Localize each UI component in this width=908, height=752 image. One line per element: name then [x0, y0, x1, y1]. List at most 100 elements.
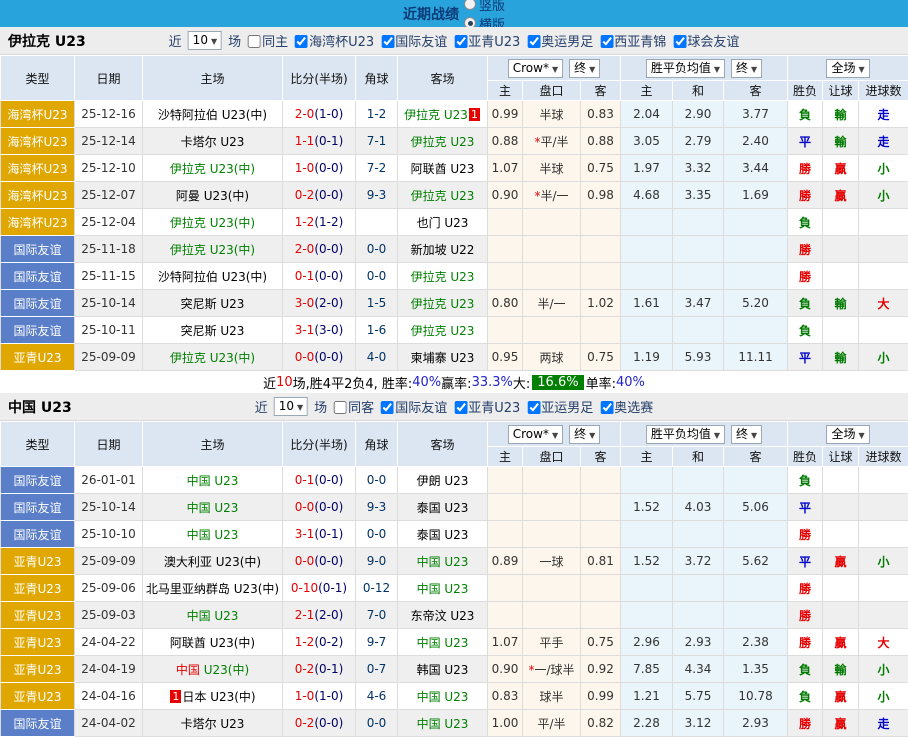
home-team[interactable]: 沙特阿拉伯 U23(中): [143, 101, 283, 128]
competition-badge[interactable]: 国际友谊: [1, 494, 75, 521]
competition-badge[interactable]: 国际友谊: [1, 290, 75, 317]
checkbox-input[interactable]: [600, 35, 613, 48]
away-team[interactable]: 韩国 U23: [398, 656, 488, 683]
home-team[interactable]: 阿联酋 U23(中): [143, 629, 283, 656]
home-team[interactable]: 北马里亚纳群岛 U23(中): [143, 575, 283, 602]
away-team[interactable]: 中国 U23: [398, 575, 488, 602]
home-team[interactable]: 澳大利亚 U23(中): [143, 548, 283, 575]
checkbox-input[interactable]: [381, 401, 394, 414]
home-team[interactable]: 中国 U23: [143, 521, 283, 548]
competition-badge[interactable]: 亚青U23: [1, 548, 75, 575]
home-team[interactable]: 1日本 U23(中): [143, 683, 283, 710]
away-team[interactable]: 东帝汶 U23: [398, 602, 488, 629]
checkbox-input[interactable]: [334, 401, 347, 414]
odds-company-select[interactable]: Crow*▼: [508, 59, 563, 78]
competition-badge[interactable]: 亚青U23: [1, 344, 75, 371]
home-team[interactable]: 中国 U23: [143, 602, 283, 629]
layout-radio-vertical[interactable]: 竖版: [464, 0, 505, 14]
checkbox-input[interactable]: [673, 35, 686, 48]
checkbox-input[interactable]: [295, 35, 308, 48]
odds-stage-select[interactable]: 终▼: [569, 59, 600, 78]
filter-checkbox-亚青U23[interactable]: 亚青U23: [450, 397, 520, 416]
competition-badge[interactable]: 国际友谊: [1, 467, 75, 494]
competition-badge[interactable]: 海湾杯U23: [1, 209, 75, 236]
avg-odds-select[interactable]: 胜平负均值▼: [646, 425, 725, 444]
competition-badge[interactable]: 海湾杯U23: [1, 182, 75, 209]
home-team[interactable]: 伊拉克 U23(中): [143, 344, 283, 371]
competition-badge[interactable]: 国际友谊: [1, 263, 75, 290]
score: 0-2(0-1): [283, 656, 356, 683]
away-team[interactable]: 新加坡 U22: [398, 236, 488, 263]
filter-checkbox-国际友谊[interactable]: 国际友谊: [377, 397, 447, 416]
competition-badge[interactable]: 亚青U23: [1, 575, 75, 602]
checkbox-input[interactable]: [600, 401, 613, 414]
away-team[interactable]: 伊拉克 U23: [398, 317, 488, 344]
away-team[interactable]: 伊朗 U23: [398, 467, 488, 494]
competition-badge[interactable]: 海湾杯U23: [1, 128, 75, 155]
home-team[interactable]: 沙特阿拉伯 U23(中): [143, 263, 283, 290]
away-team[interactable]: 泰国 U23: [398, 494, 488, 521]
away-team[interactable]: 中国 U23: [398, 710, 488, 737]
dropdown-arrow-icon: ▼: [751, 431, 757, 440]
competition-badge[interactable]: 海湾杯U23: [1, 101, 75, 128]
away-team[interactable]: 柬埔寨 U23: [398, 344, 488, 371]
home-team[interactable]: 伊拉克 U23(中): [143, 155, 283, 182]
away-team[interactable]: 阿联酋 U23: [398, 155, 488, 182]
away-team[interactable]: 伊拉克 U23: [398, 182, 488, 209]
match-count-select[interactable]: 10▼: [188, 31, 222, 50]
filter-checkbox-同客[interactable]: 同客: [330, 397, 374, 416]
away-team[interactable]: 也门 U23: [398, 209, 488, 236]
competition-badge[interactable]: 国际友谊: [1, 710, 75, 737]
competition-badge[interactable]: 国际友谊: [1, 317, 75, 344]
home-team[interactable]: 中国 U23: [143, 494, 283, 521]
checkbox-input[interactable]: [527, 401, 540, 414]
filter-checkbox-亚运男足[interactable]: 亚运男足: [523, 397, 593, 416]
competition-badge[interactable]: 亚青U23: [1, 602, 75, 629]
checkbox-input[interactable]: [381, 35, 394, 48]
avg-odds-select[interactable]: 胜平负均值▼: [646, 59, 725, 78]
competition-badge[interactable]: 海湾杯U23: [1, 155, 75, 182]
home-team[interactable]: 中国 U23(中): [143, 656, 283, 683]
away-team[interactable]: 伊拉克 U231: [398, 101, 488, 128]
filter-checkbox-国际友谊[interactable]: 国际友谊: [377, 31, 447, 50]
away-team[interactable]: 伊拉克 U23: [398, 290, 488, 317]
odds-stage-select[interactable]: 终▼: [569, 425, 600, 444]
match-count-select[interactable]: 10▼: [274, 397, 308, 416]
checkbox-input[interactable]: [527, 35, 540, 48]
avg-stage-select[interactable]: 终▼: [731, 425, 762, 444]
away-team[interactable]: 中国 U23: [398, 548, 488, 575]
competition-badge[interactable]: 国际友谊: [1, 521, 75, 548]
home-team[interactable]: 突尼斯 U23: [143, 317, 283, 344]
home-team[interactable]: 伊拉克 U23(中): [143, 209, 283, 236]
competition-badge[interactable]: 国际友谊: [1, 236, 75, 263]
home-team[interactable]: 卡塔尔 U23: [143, 710, 283, 737]
odds-company-select[interactable]: Crow*▼: [508, 425, 563, 444]
radio-icon[interactable]: [464, 0, 476, 10]
avg-stage-select[interactable]: 终▼: [731, 59, 762, 78]
competition-badge[interactable]: 亚青U23: [1, 683, 75, 710]
away-team[interactable]: 伊拉克 U23: [398, 128, 488, 155]
competition-badge[interactable]: 亚青U23: [1, 656, 75, 683]
home-team[interactable]: 中国 U23: [143, 467, 283, 494]
home-team[interactable]: 阿曼 U23(中): [143, 182, 283, 209]
home-team[interactable]: 突尼斯 U23: [143, 290, 283, 317]
filter-checkbox-奥选赛[interactable]: 奥选赛: [596, 397, 653, 416]
filter-checkbox-海湾杯U23[interactable]: 海湾杯U23: [291, 31, 374, 50]
away-team[interactable]: 泰国 U23: [398, 521, 488, 548]
checkbox-input[interactable]: [454, 401, 467, 414]
filter-checkbox-同主[interactable]: 同主: [244, 31, 288, 50]
scope-select[interactable]: 全场▼: [826, 425, 869, 444]
home-team[interactable]: 卡塔尔 U23: [143, 128, 283, 155]
filter-checkbox-亚青U23[interactable]: 亚青U23: [450, 31, 520, 50]
away-team[interactable]: 中国 U23: [398, 629, 488, 656]
filter-checkbox-西亚青锦[interactable]: 西亚青锦: [596, 31, 666, 50]
filter-checkbox-球会友谊[interactable]: 球会友谊: [669, 31, 739, 50]
checkbox-input[interactable]: [248, 35, 261, 48]
competition-badge[interactable]: 亚青U23: [1, 629, 75, 656]
scope-select[interactable]: 全场▼: [826, 59, 869, 78]
filter-checkbox-奥运男足[interactable]: 奥运男足: [523, 31, 593, 50]
checkbox-input[interactable]: [454, 35, 467, 48]
away-team[interactable]: 伊拉克 U23: [398, 263, 488, 290]
away-team[interactable]: 中国 U23: [398, 683, 488, 710]
home-team[interactable]: 伊拉克 U23(中): [143, 236, 283, 263]
